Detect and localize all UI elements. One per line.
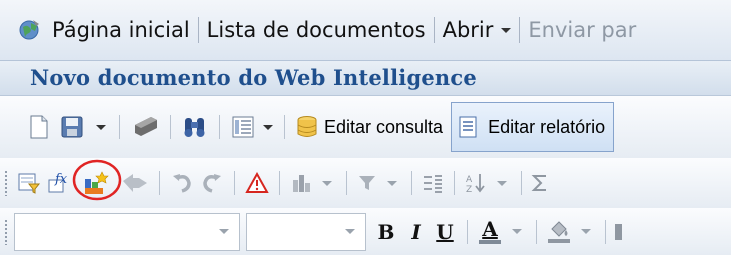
svg-text:A: A [466, 175, 473, 185]
filter-dropdown[interactable] [380, 158, 404, 208]
view-dropdown-button[interactable] [259, 96, 277, 158]
print-icon[interactable] [127, 96, 163, 158]
report-toolbar: fx A Z [0, 158, 731, 208]
toolbar-divider [284, 115, 285, 139]
chevron-down-icon [497, 180, 507, 186]
document-title-bar: Novo documento do Web Intelligence [0, 61, 731, 96]
document-title: Novo documento do Web Intelligence [30, 65, 477, 90]
toolbar-divider [521, 171, 522, 195]
save-icon[interactable] [54, 96, 90, 158]
bold-button[interactable]: B [370, 208, 402, 255]
font-name-select[interactable] [14, 212, 240, 251]
edit-report-button[interactable]: Editar relatório [451, 102, 615, 152]
fill-color-swatch [548, 238, 570, 243]
edit-report-label: Editar relatório [488, 116, 606, 137]
report-page-icon [458, 115, 478, 139]
edit-query-button[interactable]: Editar consulta [292, 96, 447, 158]
warning-icon[interactable] [242, 158, 272, 208]
break-icon[interactable] [419, 158, 447, 208]
chevron-down-icon [263, 124, 273, 130]
save-dropdown-button[interactable] [90, 96, 112, 158]
filter-icon[interactable] [354, 158, 380, 208]
font-color-glyph: A [482, 217, 498, 241]
main-toolbar: Editar consulta Editar relatório [0, 96, 731, 158]
document-list-link[interactable]: Lista de documentos [207, 18, 426, 42]
toolbar-divider [170, 115, 171, 139]
sort-dropdown[interactable] [490, 158, 514, 208]
database-query-icon [296, 115, 318, 139]
italic-button[interactable]: I [402, 208, 430, 255]
toolbar-divider [234, 171, 235, 195]
new-document-icon[interactable] [24, 96, 54, 158]
toolbar-divider [411, 171, 412, 195]
binoculars-find-icon[interactable] [178, 96, 212, 158]
toolbar-divider [346, 171, 347, 195]
chevron-down-icon [501, 27, 512, 33]
font-size-select[interactable] [246, 212, 366, 251]
chevron-down-icon [581, 229, 591, 234]
undo-icon[interactable] [167, 158, 197, 208]
send-link[interactable]: Enviar par [528, 18, 636, 42]
toolbar-divider [219, 115, 220, 139]
insert-chart-icon[interactable] [72, 158, 122, 208]
chevron-down-icon [219, 229, 229, 234]
svg-text:fx: fx [54, 172, 68, 187]
view-layout-icon[interactable] [227, 96, 259, 158]
fill-color-icon[interactable] [544, 208, 574, 255]
font-color-button[interactable]: A [475, 208, 505, 255]
sort-icon[interactable]: AZ [462, 158, 490, 208]
nav-divider [197, 17, 199, 43]
toolbar-divider [454, 171, 455, 195]
fill-color-dropdown[interactable] [574, 208, 598, 255]
toolbar-divider [467, 219, 468, 244]
highlight-circle-annotation [72, 159, 122, 201]
formatting-toolbar: B I U A [0, 208, 731, 255]
chevron-down-icon [512, 229, 522, 234]
toolbar-grip[interactable] [4, 170, 8, 196]
toolbar-grip[interactable] [4, 218, 8, 245]
toolbar-divider [119, 115, 120, 139]
toolbar-divider [159, 171, 160, 195]
underline-button[interactable]: U [430, 208, 460, 255]
chart-type-dropdown[interactable] [315, 158, 339, 208]
border-icon[interactable] [613, 208, 623, 255]
toolbar-divider [279, 171, 280, 195]
chevron-down-icon [322, 180, 332, 186]
chevron-down-icon [387, 180, 397, 186]
edit-query-label: Editar consulta [324, 116, 444, 137]
toolbar-divider [605, 219, 606, 244]
chevron-down-icon [96, 124, 106, 130]
filter-report-icon[interactable] [14, 158, 44, 208]
sum-icon[interactable] [529, 158, 551, 208]
top-navigation-bar: Página inicial Lista de documentos Abrir… [0, 0, 731, 61]
font-color-swatch [479, 240, 501, 244]
font-color-dropdown[interactable] [505, 208, 529, 255]
chart-type-icon[interactable] [287, 158, 315, 208]
open-label: Abrir [442, 18, 494, 42]
nav-divider [433, 17, 435, 43]
svg-text:Z: Z [466, 185, 472, 194]
redo-icon[interactable] [197, 158, 227, 208]
nav-divider [519, 17, 521, 43]
chevron-down-icon [345, 229, 355, 234]
arrow-move-icon[interactable] [118, 158, 152, 208]
open-menu[interactable]: Abrir [443, 18, 512, 42]
home-globe-icon[interactable] [18, 18, 42, 42]
home-link[interactable]: Página inicial [52, 18, 190, 42]
toolbar-divider [536, 219, 537, 244]
